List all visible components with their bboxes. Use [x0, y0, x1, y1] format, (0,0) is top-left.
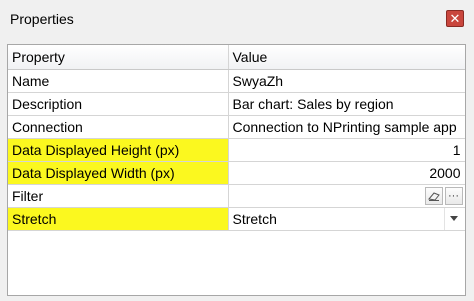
property-connection: Connection	[8, 115, 229, 139]
property-value[interactable]: Bar chart: Sales by region	[228, 92, 465, 116]
table-row[interactable]: Data Displayed Width (px) 2000	[8, 161, 465, 185]
table-row[interactable]: Filter ···	[8, 184, 465, 208]
property-filter: Filter	[8, 184, 229, 208]
table-row[interactable]: Description Bar chart: Sales by region	[8, 92, 465, 116]
properties-window: Properties ✕ Property Value Name SwyaZh …	[0, 0, 474, 301]
column-header-value[interactable]: Value	[228, 45, 465, 70]
close-button[interactable]: ✕	[446, 10, 464, 27]
property-table: Property Value Name SwyaZh Description B…	[8, 45, 465, 231]
property-grid: Property Value Name SwyaZh Description B…	[7, 44, 466, 296]
property-value[interactable]: SwyaZh	[228, 69, 465, 93]
table-row[interactable]: Stretch Stretch	[8, 207, 465, 231]
property-stretch: Stretch	[8, 207, 229, 231]
property-value[interactable]: Connection to NPrinting sample app	[228, 115, 465, 139]
column-header-property[interactable]: Property	[8, 45, 229, 70]
ellipsis-icon[interactable]: ···	[444, 186, 463, 205]
property-data-displayed-height: Data Displayed Height (px)	[8, 138, 229, 162]
table-row[interactable]: Name SwyaZh	[8, 69, 465, 93]
property-name: Name	[8, 69, 229, 93]
stretch-selected-value: Stretch	[232, 210, 277, 227]
table-row[interactable]: Connection Connection to NPrinting sampl…	[8, 115, 465, 139]
chevron-down-icon[interactable]	[443, 207, 463, 229]
stretch-select[interactable]: Stretch	[228, 207, 465, 231]
table-row[interactable]: Data Displayed Height (px) 1	[8, 138, 465, 162]
title-bar: Properties ✕	[0, 0, 474, 38]
property-description: Description	[8, 92, 229, 116]
property-value[interactable]: 1	[228, 138, 465, 162]
property-data-displayed-width: Data Displayed Width (px)	[8, 161, 229, 185]
close-icon: ✕	[449, 11, 461, 26]
window-title: Properties	[10, 11, 74, 27]
eraser-icon[interactable]	[424, 186, 443, 205]
filter-value-cell[interactable]: ···	[228, 184, 465, 208]
table-header-row: Property Value	[8, 45, 465, 70]
property-value[interactable]: 2000	[228, 161, 465, 185]
